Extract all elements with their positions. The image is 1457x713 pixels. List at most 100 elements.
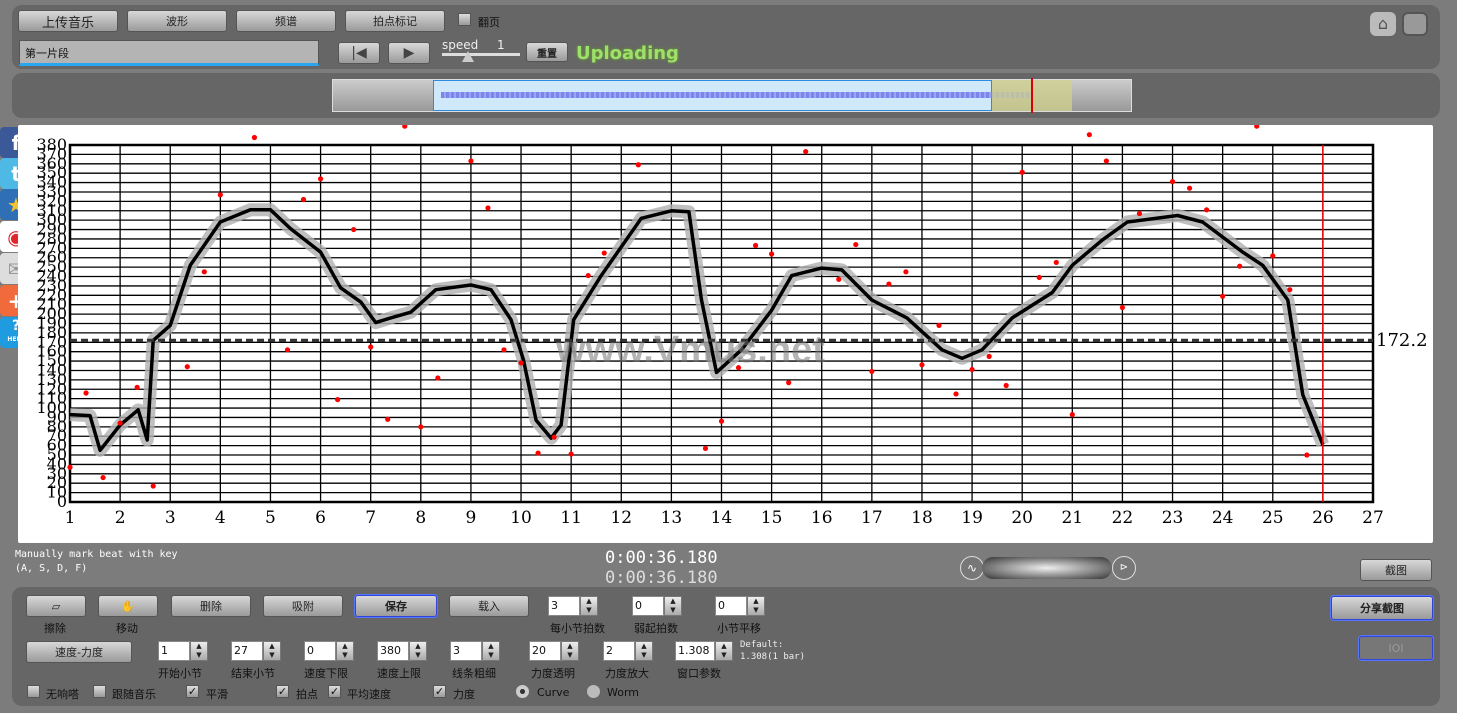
fullscreen-icon[interactable] [1402, 12, 1428, 36]
window-param-stepper[interactable]: 1.308 ▲ ▼ [675, 641, 733, 661]
stepper-arrows[interactable]: ▲ ▼ [747, 596, 765, 616]
end-bar-value[interactable]: 27 [231, 641, 263, 661]
beat-point [201, 269, 207, 275]
total-time: 0:00:36.180 [605, 568, 718, 588]
waveform-zoom-icon[interactable]: ∿ [960, 556, 984, 580]
pickup-beats-label: 弱起拍数 [634, 622, 678, 635]
bar-shift-stepper[interactable]: 0 ▲ ▼ [715, 596, 765, 616]
zoom-track[interactable] [982, 557, 1112, 579]
default-note-2: 1.308(1 bar) [740, 652, 806, 662]
waveform-overview[interactable] [332, 78, 1132, 113]
save-button[interactable]: 保存 [355, 595, 437, 617]
tempo-min-value[interactable]: 0 [304, 641, 336, 661]
dynamics-opacity-stepper[interactable]: 20 ▲ ▼ [529, 641, 579, 661]
beat-point [869, 368, 875, 375]
stepper-arrows[interactable]: ▲ ▼ [580, 596, 598, 616]
speed-slider-thumb[interactable] [462, 51, 474, 62]
stepper-arrows[interactable]: ▲ ▼ [715, 641, 733, 661]
x-tick-label: 17 [861, 508, 883, 528]
end-bar-stepper[interactable]: 27 ▲ ▼ [231, 641, 281, 661]
line-width-value[interactable]: 3 [450, 641, 482, 661]
x-tick-label: 13 [661, 508, 683, 528]
beats-per-bar-value[interactable]: 3 [548, 596, 580, 616]
speed-slider[interactable] [442, 53, 520, 56]
screenshot-button[interactable]: 截图 [1360, 559, 1432, 581]
no-metronome-checkbox[interactable] [27, 685, 40, 698]
beat-point [335, 396, 341, 403]
stepper-arrows[interactable]: ▲ ▼ [190, 641, 208, 661]
stepper-arrows[interactable]: ▲ ▼ [482, 641, 500, 661]
waveform-button[interactable]: 波形 [127, 10, 227, 32]
stepper-arrows[interactable]: ▲ ▼ [409, 641, 427, 661]
start-bar-value[interactable]: 1 [158, 641, 190, 661]
beat-point [535, 450, 541, 456]
dynamics-scale-value[interactable]: 2 [603, 641, 635, 661]
stepper-arrows[interactable]: ▲ ▼ [561, 641, 579, 661]
window-param-value[interactable]: 1.308 [675, 641, 715, 661]
tempo-chart[interactable]: 0 10 20 30 40 50 60 70 80 90 100 110 120 130 140 150 160… [18, 125, 1433, 543]
default-note-1: Default: [740, 640, 784, 650]
spectrum-button[interactable]: 频谱 [236, 10, 336, 32]
x-tick-label: 22 [1112, 508, 1134, 528]
tempo-dynamics-button[interactable]: 速度-力度 [26, 641, 132, 663]
dynamics-opacity-value[interactable]: 20 [529, 641, 561, 661]
beat-point [1086, 132, 1092, 138]
snap-button[interactable]: 吸附 [263, 595, 343, 617]
dynamics-scale-stepper[interactable]: 2 ▲ ▼ [603, 641, 653, 661]
x-tick-label: 23 [1162, 508, 1184, 528]
curve-radio[interactable] [516, 685, 529, 698]
rewind-button[interactable]: |◀ [338, 42, 380, 64]
beat-point [836, 276, 842, 282]
beat-point [1119, 304, 1126, 311]
follow-music-checkbox[interactable] [93, 685, 106, 698]
dynamics-label: 力度 [453, 688, 475, 701]
bar-shift-value[interactable]: 0 [715, 596, 747, 616]
tempo-max-value[interactable]: 380 [377, 641, 409, 661]
delete-button[interactable]: 删除 [171, 595, 251, 617]
zoom-slider[interactable]: ∿ ⊳ [960, 556, 1136, 580]
hint-line-2: (A, S, D, F) [15, 563, 88, 574]
home-icon[interactable]: ⌂ [1370, 12, 1396, 36]
load-button[interactable]: 载入 [449, 595, 529, 617]
x-tick-label: 3 [165, 508, 176, 528]
segment-name-input[interactable]: 第一片段 [19, 40, 319, 66]
beat-point [284, 347, 291, 353]
x-tick-label: 5 [265, 508, 276, 528]
pickup-beats-stepper[interactable]: 0 ▲ ▼ [632, 596, 682, 616]
page-turn-checkbox[interactable] [458, 13, 471, 26]
beat-point [351, 226, 357, 233]
tempo-max-stepper[interactable]: 380 ▲ ▼ [377, 641, 427, 661]
play-icon: ▶ [403, 45, 415, 61]
start-bar-stepper[interactable]: 1 ▲ ▼ [158, 641, 208, 661]
erase-button[interactable]: ▱ [26, 595, 86, 617]
beat-point [786, 380, 792, 386]
line-width-stepper[interactable]: 3 ▲ ▼ [450, 641, 500, 661]
dynamics-checkbox[interactable]: ✓ [433, 685, 446, 698]
y-tick-label: 380 [36, 135, 67, 154]
play-button[interactable]: ▶ [388, 42, 430, 64]
avg-tempo-checkbox[interactable]: ✓ [328, 685, 341, 698]
playhead-marker[interactable] [1031, 78, 1033, 113]
x-tick-label: 26 [1312, 508, 1334, 528]
x-tick-label: 8 [415, 508, 426, 528]
stepper-arrows[interactable]: ▲ ▼ [635, 641, 653, 661]
move-hand-icon: ✋ [121, 599, 135, 613]
smooth-checkbox[interactable]: ✓ [186, 685, 199, 698]
beats-per-bar-stepper[interactable]: 3 ▲ ▼ [548, 596, 598, 616]
beats-per-bar-label: 每小节拍数 [550, 622, 605, 635]
ioi-button[interactable]: IOI [1359, 636, 1433, 660]
beat-point [702, 445, 709, 452]
reset-button[interactable]: 重置 [526, 42, 568, 62]
share-screenshot-button[interactable]: 分享截图 [1331, 596, 1433, 620]
beat-mark-button[interactable]: 拍点标记 [345, 10, 445, 32]
stepper-arrows[interactable]: ▲ ▼ [664, 596, 682, 616]
worm-radio[interactable] [587, 685, 600, 698]
upload-music-button[interactable]: 上传音乐 [18, 10, 118, 32]
stepper-arrows[interactable]: ▲ ▼ [263, 641, 281, 661]
move-button[interactable]: ✋ [98, 595, 158, 617]
tempo-min-stepper[interactable]: 0 ▲ ▼ [304, 641, 354, 661]
spectrum-zoom-icon[interactable]: ⊳ [1112, 556, 1136, 580]
pickup-beats-value[interactable]: 0 [632, 596, 664, 616]
stepper-arrows[interactable]: ▲ ▼ [336, 641, 354, 661]
beats-checkbox[interactable]: ✓ [276, 685, 289, 698]
